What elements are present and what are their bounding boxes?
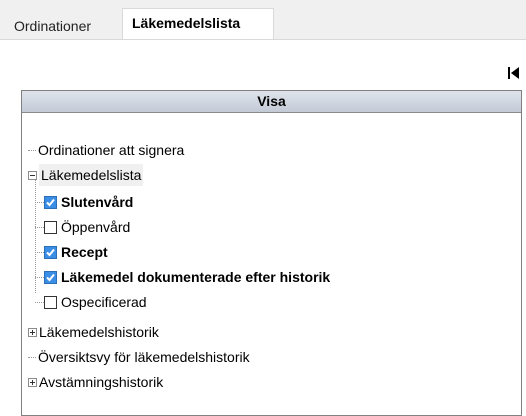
tree-connector — [28, 150, 36, 151]
tree-item-label: Läkemedel dokumenterade efter historik — [61, 269, 331, 285]
expand-plus-icon[interactable] — [28, 378, 37, 387]
tree-item-lakemedel-dokumenterade[interactable]: Läkemedel dokumenterade efter historik — [35, 266, 330, 288]
tree-item-label: Avstämningshistorik — [39, 374, 164, 390]
tree-item-label: Ospecificerad — [61, 294, 147, 310]
tree-item-recept[interactable]: Recept — [35, 241, 108, 263]
tab-lakemedelslista[interactable]: Läkemedelslista — [122, 8, 274, 40]
collapse-minus-icon[interactable] — [28, 171, 37, 180]
tree-connector — [35, 302, 44, 303]
visa-header-label: Visa — [257, 93, 286, 109]
tree-item-oppenvard[interactable]: Öppenvård — [35, 216, 130, 238]
tree-item-label: Ordinationer att signera — [38, 142, 185, 158]
tab-ordinationer[interactable]: Ordinationer — [8, 14, 122, 39]
tree-item-label: Recept — [61, 244, 108, 260]
checkbox-unchecked-icon[interactable] — [44, 221, 57, 234]
checkbox-unchecked-icon[interactable] — [44, 296, 57, 309]
tab-ordinationer-label: Ordinationer — [14, 18, 92, 34]
tree-item-label: Slutenvård — [61, 194, 134, 210]
tree-item-label: Läkemedelshistorik — [39, 324, 159, 340]
tab-lakemedelslista-label: Läkemedelslista — [132, 15, 241, 31]
checkbox-checked-icon[interactable] — [44, 271, 57, 284]
tree-item-ospecificerad[interactable]: Ospecificerad — [35, 291, 147, 313]
tree-item-label: Översiktsvy för läkemedelshistorik — [38, 349, 250, 365]
checkbox-checked-icon[interactable] — [44, 196, 57, 209]
visa-header: Visa — [22, 91, 521, 113]
tree-item-label: Öppenvård — [61, 219, 131, 235]
tree-item-avstamningshistorik[interactable]: Avstämningshistorik — [28, 371, 163, 393]
tree-item-slutenvard[interactable]: Slutenvård — [35, 191, 133, 213]
visa-panel: Visa Ordinationer att signera Läkemedels… — [21, 90, 522, 416]
tree-connector — [35, 277, 44, 278]
tree-item-lakemedelslista[interactable]: Läkemedelslista — [28, 164, 144, 186]
expand-plus-icon[interactable] — [28, 328, 37, 337]
tree-item-label: Läkemedelslista — [39, 164, 144, 186]
tab-strip: Ordinationer Läkemedelslista — [0, 0, 526, 40]
checkbox-checked-icon[interactable] — [44, 246, 57, 259]
tab-strip-border — [0, 39, 526, 40]
tree-connector — [28, 357, 36, 358]
tree-item-oversiktsvy[interactable]: Översiktsvy för läkemedelshistorik — [28, 346, 250, 368]
tree-connector — [35, 202, 44, 203]
tree-item-lakemedelshistorik[interactable]: Läkemedelshistorik — [28, 321, 159, 343]
tree-connector — [35, 252, 44, 253]
tree-connector — [35, 227, 44, 228]
collapse-left-icon[interactable] — [507, 66, 521, 80]
tree-item-ordinationer-att-signera[interactable]: Ordinationer att signera — [28, 139, 184, 161]
